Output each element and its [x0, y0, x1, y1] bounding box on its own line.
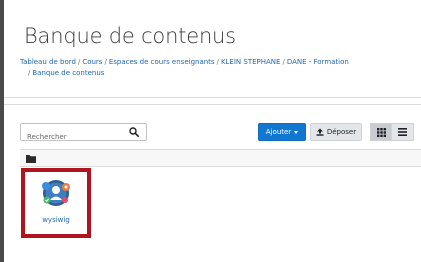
- breadcrumb-item-content-bank[interactable]: Banque de contenus: [32, 69, 104, 77]
- upload-label: Déposer: [326, 128, 357, 136]
- breadcrumb-item-teacher-spaces[interactable]: Espaces de cours enseignants: [109, 58, 215, 66]
- content-item-label: wysiwig: [42, 216, 70, 224]
- search-icon[interactable]: [129, 127, 139, 137]
- folder-icon[interactable]: [26, 154, 36, 163]
- content-bank-panel: Ajouter Déposer: [4, 104, 421, 262]
- breadcrumb-item-dashboard[interactable]: Tableau de bord: [20, 58, 76, 66]
- page-header: Banque de contenus Tableau de bord / Cours…: [4, 0, 421, 98]
- search-field[interactable]: [20, 123, 147, 145]
- add-content-label: Ajouter: [265, 128, 292, 136]
- view-toggle: [370, 123, 414, 141]
- folder-path-bar: [20, 149, 421, 167]
- list-view-button[interactable]: [392, 123, 414, 141]
- grid-view-button[interactable]: [370, 123, 392, 141]
- search-input[interactable]: [21, 129, 121, 145]
- upload-button[interactable]: Déposer: [310, 123, 362, 141]
- grid-icon: [376, 127, 386, 137]
- page-frame: Banque de contenus Tableau de bord / Cours…: [0, 0, 421, 262]
- breadcrumb-item-courses[interactable]: Cours: [82, 58, 102, 66]
- upload-icon: [316, 128, 324, 136]
- chevron-down-icon: [294, 130, 299, 134]
- list-icon: [398, 128, 407, 136]
- add-content-button[interactable]: Ajouter: [258, 123, 306, 141]
- page-title: Banque de contenus: [24, 24, 236, 48]
- content-item-tile[interactable]: wysiwig: [21, 168, 91, 238]
- h5p-content-icon: [42, 180, 70, 206]
- breadcrumb-item-teacher-name[interactable]: KLEIN STEPHANE: [221, 58, 281, 66]
- breadcrumb-item-course[interactable]: DANE - Formation: [287, 58, 349, 66]
- breadcrumb: Tableau de bord / Cours / Espaces de cours e…: [20, 57, 400, 79]
